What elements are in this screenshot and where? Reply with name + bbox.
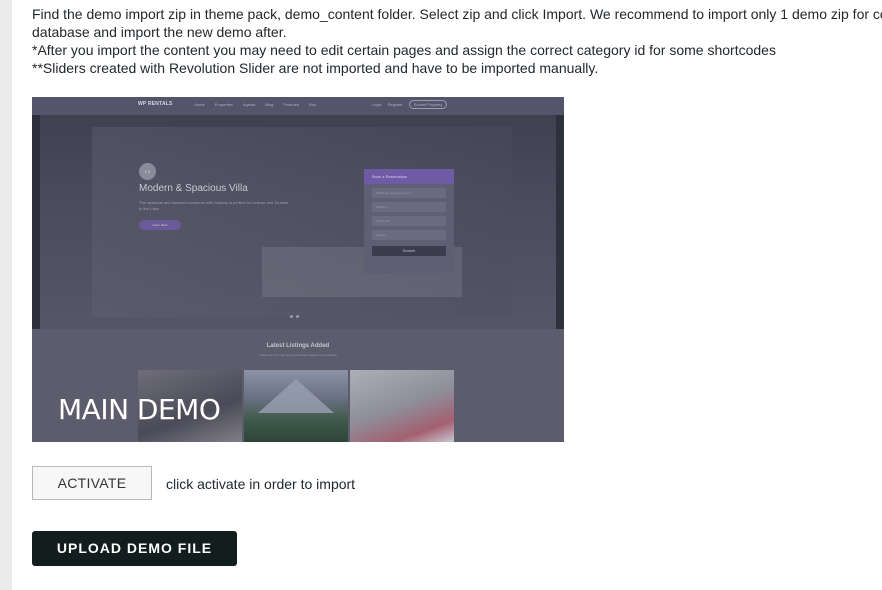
preview-search-field: Where do you want to go?: [372, 188, 446, 198]
preview-nav-link: Home: [194, 102, 205, 107]
preview-register: Register: [387, 102, 403, 107]
preview-hero-subtitle: The spacious and modern's bedroom with b…: [139, 200, 289, 211]
preview-slider-edge: [556, 115, 564, 329]
slider-dot: [296, 315, 299, 318]
preview-nav-link: Buy: [309, 102, 317, 107]
preview-slider-edge: [32, 115, 40, 329]
preview-nav-links: Home Properties Agents Blog Features Buy: [194, 102, 316, 107]
preview-listing-thumb: [350, 370, 454, 442]
upload-demo-file-button[interactable]: UPLOAD DEMO FILE: [32, 531, 237, 566]
preview-topnav: WP RENTALS Home Properties Agents Blog F…: [32, 97, 564, 115]
import-instructions: Find the demo import zip in theme pack, …: [32, 5, 882, 77]
preview-login: Login: [372, 102, 382, 107]
preview-nav-right: Login Register Submit Property: [372, 100, 448, 109]
demo-label: MAIN DEMO: [58, 393, 221, 426]
preview-nav-link: Properties: [214, 102, 233, 107]
instruction-note: **Sliders created with Revolution Slider…: [32, 60, 599, 76]
preview-search-field: Check out: [372, 216, 446, 226]
preview-search-button: Search: [372, 246, 446, 256]
preview-search-box: Book a Reservation Where do you want to …: [364, 169, 454, 273]
activate-button[interactable]: ACTIVATE: [32, 466, 152, 500]
preview-nav-link: Blog: [265, 102, 274, 107]
activate-hint: click activate in order to import: [166, 476, 356, 492]
admin-sidebar-edge: [0, 0, 12, 590]
preview-submit-property: Submit Property: [408, 100, 448, 109]
preview-listings-title: Latest Listings Added: [266, 343, 330, 349]
preview-hero-title: Modern & Spacious Villa: [139, 183, 248, 194]
preview-hero-button: Learn More: [139, 220, 181, 230]
instruction-note: *After you import the content you may ne…: [32, 42, 776, 58]
preview-search-title: Book a Reservation: [364, 169, 454, 184]
preview-brand: WP RENTALS: [138, 101, 173, 107]
preview-search-field: Check in: [372, 202, 446, 212]
mountain-shape: [258, 379, 334, 413]
slider-dot: [290, 315, 293, 318]
preview-nav-link: Features: [283, 102, 300, 107]
preview-nav-link: Agents: [242, 102, 256, 107]
instruction-line: Find the demo import zip in theme pack, …: [32, 6, 882, 22]
demo-preview-card[interactable]: WP RENTALS Home Properties Agents Blog F…: [32, 97, 564, 442]
preview-slider-dots: [290, 315, 299, 318]
preview-hero-badge: 1.0: [139, 163, 156, 180]
preview-search-field: Guests: [372, 230, 446, 240]
instruction-line: database and import the new demo after.: [32, 24, 287, 40]
preview-listings-subtitle: These are the most recent properties add…: [259, 353, 337, 357]
